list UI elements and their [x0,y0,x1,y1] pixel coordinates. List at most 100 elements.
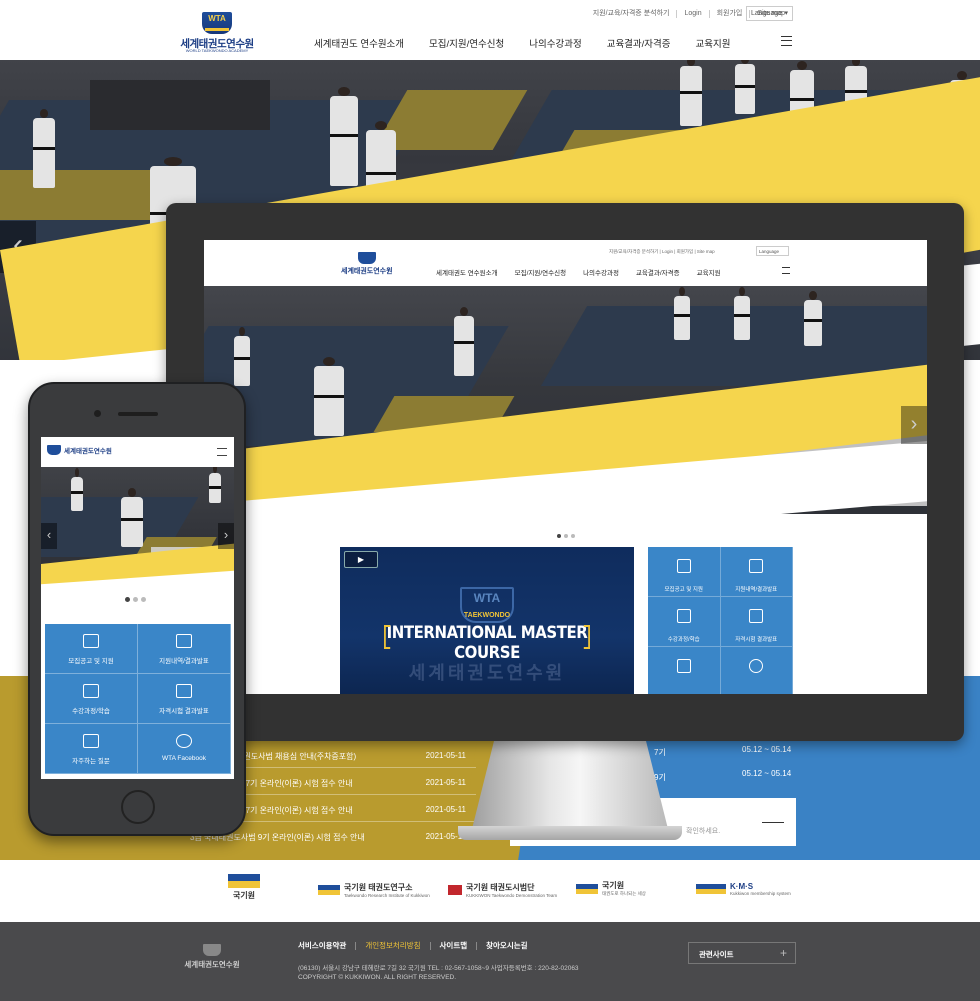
partner-demo-team[interactable]: 국기원 태권도시범단 KUKKIWON Taekwondo Demonstrati… [448,882,557,898]
footer-link-directions[interactable]: 찾아오시는길 [476,942,536,950]
quick-recruit[interactable]: 모집공고 및 지원 [648,547,721,597]
question-icon [83,734,99,748]
util-link-login[interactable]: Login [676,10,708,18]
schedule-date: 05.12 ~ 05.14 [742,769,792,778]
footer-link-terms[interactable]: 서비스이용약관 [298,942,355,950]
site-logo[interactable]: WTA 세계태권도연수원 WORLD TAEKWONDO ACADEMY [178,12,256,53]
monitor-screen: 지원/교육/자격증 분석하기 | Login | 회원가입 | Site map… [204,240,927,694]
phone-prev-arrow-icon[interactable]: ‹ [41,523,57,549]
quick-label: WTA Facebook [162,755,206,762]
quick-label: 수강과정/학습 [667,637,700,643]
screen-nav-item[interactable]: 모집/지원/연수신청 [515,267,566,277]
phone-quick-exam-results[interactable]: 자격시험 결과발표 [138,674,231,724]
menu-icon[interactable] [781,36,792,46]
video-subtitle: TAEKWONDO [463,612,511,619]
phone-quick-recruit[interactable]: 모집공고 및 지원 [45,624,138,674]
phone-logo-text: 세계태권도연수원 [64,448,112,455]
notice-date: 2021-05-11 [425,805,466,814]
wta-badge-icon [203,944,221,956]
screen-language-select[interactable]: Language [756,246,789,256]
video-watermark: 세계태권도연수원 [408,663,566,683]
nav-item-recruit[interactable]: 모집/지원/연수신청 [429,36,504,50]
phone-next-arrow-icon[interactable]: › [218,523,234,549]
screen-nav-item[interactable]: 세계태권도 연수원소개 [436,267,498,277]
screen-util-links[interactable]: 지원/교육/자격증 분석하기 | Login | 회원가입 | Site map [609,249,715,255]
screen-header: 지원/교육/자격증 분석하기 | Login | 회원가입 | Site map… [204,240,927,286]
related-sites-select[interactable]: 관련사이트 [688,942,796,964]
nav-item-results[interactable]: 교육결과/자격증 [607,36,671,50]
partner-name: 국기원 태권도시범단 [466,883,535,892]
footer-link-sitemap[interactable]: 사이트맵 [429,942,477,950]
nav-item-about[interactable]: 세계태권도 연수원소개 [314,36,404,50]
quick-label: 자주하는 질문 [72,758,110,765]
screen-menu-icon[interactable] [782,267,790,274]
phone-quick-apply-results[interactable]: 지원내역/결과발표 [138,624,231,674]
footer-link-privacy[interactable]: 개인정보처리방침 [355,942,429,950]
phone-logo[interactable]: 세계태권도연수원 [47,445,112,455]
language-select[interactable]: Language [746,6,793,21]
quick-label: 수강과정/학습 [72,708,110,715]
notice-item[interactable]: 범 7기 온라인(이론) 시험 접수 안내 2021-05-11 [236,769,476,795]
clipboard-icon [676,609,691,623]
kukkiwon-logo-icon [576,883,598,894]
schedule-label[interactable]: 7기 [654,747,666,758]
nav-item-my-courses[interactable]: 나의수강과정 [529,36,581,50]
schedule-date: 05.12 ~ 05.14 [742,745,792,754]
phone-quick-courses[interactable]: 수강과정/학습 [45,674,138,724]
phone-screen: 세계태권도연수원 ‹ › 모집공고 및 지원 지원내역/결과발표 수강과정/학습… [41,437,234,779]
partner-kms[interactable]: K·M·S Kukkiwon membership system [696,882,791,896]
logo-english: WORLD TAEKWONDO ACADEMY [185,48,249,53]
partner-kukkiwon[interactable]: 국기원 [228,874,260,901]
quick-apply-results[interactable]: 지원내역/결과발표 [720,547,793,597]
partner-kukkiwon-world[interactable]: 국기원 태권도로 하나되는 세상 [576,880,646,897]
phone-speaker [118,412,158,416]
quick-label: 자격시험 결과발표 [735,637,778,643]
screen-nav-item[interactable]: 교육결과/자격증 [636,267,680,277]
partner-logos: 국기원 국기원 태권도연구소 Taekwondo Research Institu… [0,860,980,922]
kukkiwon-logo-icon [228,874,260,888]
notice-item[interactable]: 3급 국내태권도사범 9기 온라인(이론) 시험 접수 안내 2021-05-1… [190,823,476,849]
notice-date: 2021-05-11 [425,751,466,760]
quick-label: 모집공고 및 지원 [68,658,114,665]
util-link-analyze[interactable]: 지원/교육/자격증 분석하기 [586,10,677,18]
partner-sub: Taekwondo Research Institute of Kukkiwon [344,893,430,898]
monitor-base [458,826,682,840]
quick-exam-results[interactable]: 자격시험 결과발표 [720,597,793,647]
site-header: WTA 세계태권도연수원 WORLD TAEKWONDO ACADEMY 지원/… [0,0,980,60]
partner-sub: 태권도로 하나되는 세상 [602,891,646,896]
partner-sub: Kukkiwon membership system [730,891,791,896]
board-icon [749,559,764,573]
quick-courses[interactable]: 수강과정/학습 [648,597,721,647]
phone-slider-dots[interactable] [125,597,146,602]
notice-item[interactable]: 범 7기 온라인(이론) 시험 접수 안내 2021-05-11 [236,796,476,822]
screen-slider-dots[interactable] [557,534,575,538]
video-player[interactable]: ▶ WTA TAEKWONDO INTERNATIONAL MASTER COU… [340,547,634,694]
monitor-stand [470,741,670,837]
clipboard-icon [83,684,99,698]
notice-title: 범 7기 온라인(이론) 시험 접수 안내 [236,806,353,815]
play-icon[interactable]: ▶ [344,551,378,568]
main-nav: 세계태권도 연수원소개 모집/지원/연수신청 나의수강과정 교육결과/자격증 교… [314,36,756,50]
wta-badge-icon [357,252,376,264]
partner-research[interactable]: 국기원 태권도연구소 Taekwondo Research Institute o… [318,882,430,898]
screen-next-arrow-icon[interactable]: › [901,406,927,444]
notice-item[interactable]: 태권도사범 채용심 안내(주차증포함) 2021-05-11 [236,742,476,768]
screen-logo-text: 세계태권도연수원 [341,268,393,275]
nav-item-support[interactable]: 교육지원 [696,36,731,50]
partner-name: K·M·S [730,882,754,891]
screen-hero-image: › [204,286,927,514]
phone-quick-faq[interactable]: 자주하는 질문 [45,724,138,774]
video-title: INTERNATIONAL MASTER COURSE [384,623,590,663]
util-link-signup[interactable]: 회원가입 [708,10,750,18]
quick-label: 지원내역/결과발표 [735,587,778,593]
screen-nav-item[interactable]: 나의수강과정 [583,267,619,277]
phone-menu-icon[interactable] [217,448,227,456]
arrow-right-icon[interactable] [762,822,784,832]
screen-nav-item[interactable]: 교육지원 [697,267,721,277]
footer-links: 서비스이용약관 개인정보처리방침 사이트맵 찾아오시는길 [298,942,537,950]
phone-quick-facebook[interactable]: WTA Facebook [138,724,231,774]
quick-faq[interactable] [648,647,721,694]
question-icon [676,659,691,673]
quick-facebook[interactable] [721,647,793,694]
screen-logo[interactable]: 세계태권도연수원 [341,252,393,276]
